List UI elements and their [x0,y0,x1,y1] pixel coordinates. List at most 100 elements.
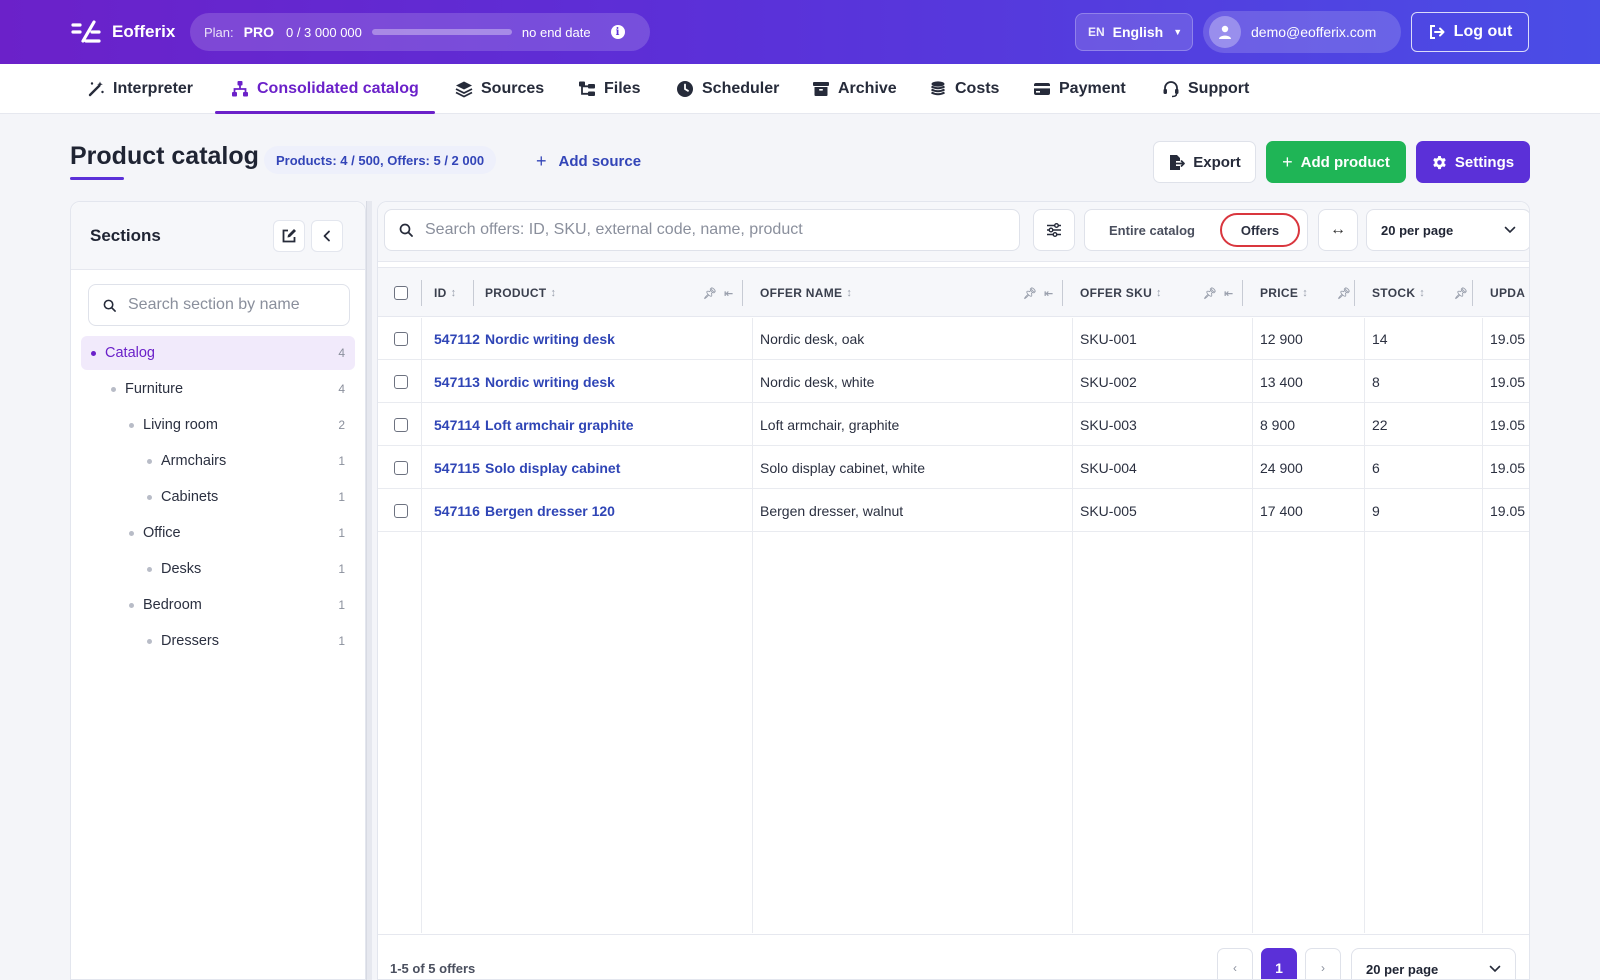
nav-item-support[interactable]: Support [1162,64,1249,114]
tree-item-office[interactable]: Office 1 [81,516,355,550]
cell-product[interactable]: Nordic writing desk [485,317,615,360]
table-row[interactable]: 547114 Loft armchair graphite Loft armchai… [378,403,1529,446]
offer-search[interactable] [384,209,1020,251]
tree-item-catalog[interactable]: Catalog 4 [81,336,355,370]
column-header-updated[interactable]: UPDA [1490,268,1525,318]
mode-offers[interactable]: Offers [1220,213,1300,247]
app-logo[interactable]: Eofferix [70,18,175,46]
checkbox[interactable] [394,374,408,389]
nav-item-files[interactable]: Files [578,64,640,114]
nav-item-payment[interactable]: Payment [1033,64,1126,114]
cell-product[interactable]: Loft armchair graphite [485,403,634,446]
cell-id[interactable]: 547115 [434,446,480,489]
sliders-icon [1047,223,1061,237]
cell-product[interactable]: Bergen dresser 120 [485,489,615,532]
per-page-select-top[interactable]: 20 per page [1366,209,1529,251]
cell-id[interactable]: 547113 [434,360,480,403]
pin-column-button[interactable]: 📌︎ [1023,268,1037,318]
column-header-price[interactable]: PRICE ↕ [1260,268,1308,318]
user-menu[interactable]: demo@eofferix.com [1203,11,1401,53]
table-row[interactable]: 547112 Nordic writing desk Nordic desk, oa… [378,317,1529,360]
checkbox[interactable] [394,503,408,518]
collapse-column-button[interactable]: ⇤ [1224,268,1234,318]
nav-item-interpreter[interactable]: Interpreter [87,64,193,114]
column-label: PRODUCT [485,286,547,300]
offer-search-input[interactable] [425,221,1005,239]
row-select[interactable] [394,360,408,403]
nav-item-scheduler[interactable]: Scheduler [676,64,779,114]
section-search-input[interactable] [128,296,328,314]
nav-item-costs[interactable]: Costs [929,64,999,114]
collapse-column-button[interactable]: ⇤ [1044,268,1054,318]
page-button-current[interactable]: 1 [1261,948,1297,979]
row-select[interactable] [394,403,408,446]
tree-item-furniture[interactable]: Furniture 4 [81,372,355,406]
row-select[interactable] [394,446,408,489]
cell-id[interactable]: 547114 [434,403,480,446]
tree-item-cabinets[interactable]: Cabinets 1 [81,480,355,514]
collapse-column-button[interactable]: ⇤ [724,268,734,318]
pin-column-button[interactable]: 📌︎ [703,268,717,318]
pin-column-button[interactable]: 📌︎ [1337,268,1351,318]
column-header-offer-name[interactable]: OFFER NAME ↕ [760,268,852,318]
nav-label: Interpreter [113,80,194,97]
column-divider [1354,280,1355,306]
cell-product[interactable]: Solo display cabinet [485,446,620,489]
row-select[interactable] [394,489,408,532]
cell-id[interactable]: 547112 [434,317,480,360]
prev-page-button[interactable]: ‹ [1217,948,1253,979]
page-title: Product catalog [70,142,259,170]
table-row[interactable]: 547115 Solo display cabinet Solo display c… [378,446,1529,489]
checkbox[interactable] [394,331,408,346]
per-page-select-bottom[interactable]: 20 per page [1351,948,1516,979]
panel-resize-handle[interactable] [366,201,372,980]
edit-icon [282,229,296,243]
column-header-product[interactable]: PRODUCT ↕ [485,268,556,318]
add-product-button[interactable]: + Add product [1266,141,1406,183]
checkbox[interactable] [394,417,408,432]
checkbox[interactable] [394,286,408,300]
export-button[interactable]: Export [1153,141,1256,183]
checkbox[interactable] [394,460,408,475]
nav-label: Files [604,80,641,97]
table-row[interactable]: 547116 Bergen dresser 120 Bergen dresser, … [378,489,1529,532]
filter-button[interactable] [1033,209,1075,251]
logout-button[interactable]: Log out [1411,12,1529,52]
tree-item-label: Catalog [105,345,155,361]
column-header-stock[interactable]: STOCK ↕ [1372,268,1425,318]
nav-item-sources[interactable]: Sources [455,64,544,114]
sitemap-icon [232,81,248,97]
info-icon[interactable]: i [610,25,625,39]
bullet [147,566,152,572]
column-header-offer-sku[interactable]: OFFER SKU ↕ [1080,268,1162,318]
next-page-button[interactable]: › [1305,948,1341,979]
mode-entire-catalog[interactable]: Entire catalog [1090,213,1214,247]
expand-columns-button[interactable]: ↔ [1318,209,1358,251]
nav-item-archive[interactable]: Archive [812,64,897,114]
caret-down-icon: ▼ [1173,27,1183,37]
column-header-id[interactable]: ID ↕ [434,268,456,318]
table-row[interactable]: 547113 Nordic writing desk Nordic desk, wh… [378,360,1529,403]
row-select[interactable] [394,317,408,360]
edit-sections-button[interactable] [273,220,305,252]
section-search[interactable] [88,284,350,326]
language-selector[interactable]: EN English ▼ [1075,13,1193,51]
cell-product[interactable]: Nordic writing desk [485,360,615,403]
add-source-button[interactable]: + Add source [536,148,641,174]
cell-stock: 8 [1372,373,1380,390]
collapse-sidebar-button[interactable] [311,220,343,252]
settings-button[interactable]: Settings [1416,141,1530,183]
select-all-checkbox[interactable] [394,268,408,318]
pin-column-button[interactable]: 📌︎ [1454,268,1468,318]
tree-item-armchairs[interactable]: Armchairs 1 [81,444,355,478]
tree-item-dressers[interactable]: Dressers 1 [81,624,355,658]
tree-item-label: Office [143,525,181,541]
tree-item-bedroom[interactable]: Bedroom 1 [81,588,355,622]
nav-item-consolidated-catalog[interactable]: Consolidated catalog [215,64,435,114]
tree-item-living-room[interactable]: Living room 2 [81,408,355,442]
gear-icon [1433,155,1446,169]
cell-price: 12 900 [1260,330,1303,347]
pin-column-button[interactable]: 📌︎ [1203,268,1217,318]
cell-id[interactable]: 547116 [434,489,480,532]
tree-item-desks[interactable]: Desks 1 [81,552,355,586]
